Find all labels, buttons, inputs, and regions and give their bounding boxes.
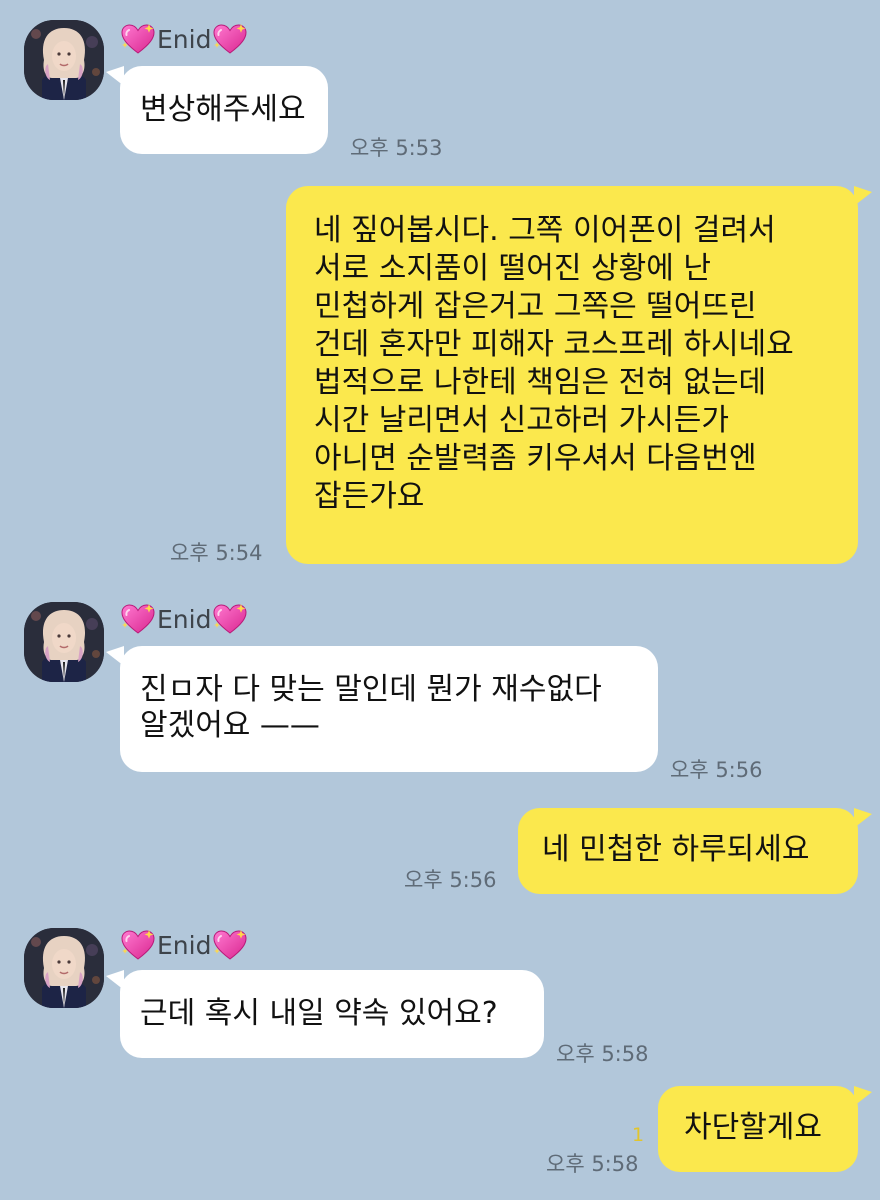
- unread-count: 1: [632, 1124, 645, 1146]
- avatar[interactable]: [24, 20, 104, 100]
- message-line: 알겠어요 ——: [140, 708, 320, 743]
- sender-name: Enid: [120, 602, 248, 636]
- message-bubble-incoming[interactable]: 근데 혹시 내일 약속 있어요?: [106, 970, 544, 1058]
- message-line: 아니면 순발력좀 키우셔서 다음번엔: [314, 441, 757, 476]
- message-line: 민첩하게 잡은거고 그쪽은 떨어뜨린: [314, 289, 757, 324]
- sender-name: Enid: [120, 22, 248, 56]
- avatar[interactable]: [24, 602, 104, 682]
- sender-name-text: Enid: [157, 604, 212, 634]
- message-bubble-incoming[interactable]: 진ㅁ자 다 맞는 말인데 뭔가 재수없다 알겠어요 ——: [106, 646, 658, 772]
- message-time: 오후 5:58: [546, 1152, 639, 1176]
- message-bubble-outgoing[interactable]: 네 민첩한 하루되세요: [518, 808, 872, 894]
- message-text: 변상해주세요: [140, 92, 306, 127]
- message-line: 진ㅁ자 다 맞는 말인데 뭔가 재수없다: [140, 672, 602, 707]
- sparkling-heart-icon: [120, 928, 156, 962]
- sender-name-text: Enid: [157, 930, 212, 960]
- message-time: 오후 5:53: [350, 136, 443, 160]
- message-bubble-outgoing[interactable]: 네 짚어봅시다. 그쪽 이어폰이 걸려서 서로 소지품이 떨어진 상황에 난 민…: [286, 186, 872, 564]
- message-text: 근데 혹시 내일 약속 있어요?: [140, 996, 498, 1031]
- message-time: 오후 5:58: [556, 1042, 649, 1066]
- message-line: 네 짚어봅시다. 그쪽 이어폰이 걸려서: [314, 213, 776, 248]
- message-line: 서로 소지품이 떨어진 상황에 난: [314, 251, 711, 286]
- message-time: 오후 5:56: [670, 758, 763, 782]
- sparkling-heart-icon: [212, 22, 248, 56]
- message-time: 오후 5:54: [170, 541, 263, 565]
- message-line: 건데 혼자만 피해자 코스프레 하시네요: [314, 327, 794, 362]
- sender-name: Enid: [120, 928, 248, 962]
- message-bubble-outgoing[interactable]: 차단할게요: [658, 1086, 872, 1172]
- message-time: 오후 5:56: [404, 868, 497, 892]
- message-text: 차단할게요: [684, 1110, 822, 1145]
- sparkling-heart-icon: [120, 602, 156, 636]
- sender-name-text: Enid: [157, 24, 212, 54]
- sparkling-heart-icon: [212, 928, 248, 962]
- message-line: 법적으로 나한테 책임은 전혀 없는데: [314, 365, 767, 400]
- message-text: 네 민첩한 하루되세요: [542, 832, 810, 867]
- message-bubble-incoming[interactable]: 변상해주세요: [106, 66, 328, 154]
- message-line: 잡든가요: [314, 479, 425, 514]
- message-line: 시간 날리면서 신고하러 가시든가: [314, 403, 730, 438]
- sparkling-heart-icon: [120, 22, 156, 56]
- sparkling-heart-icon: [212, 602, 248, 636]
- avatar[interactable]: [24, 928, 104, 1008]
